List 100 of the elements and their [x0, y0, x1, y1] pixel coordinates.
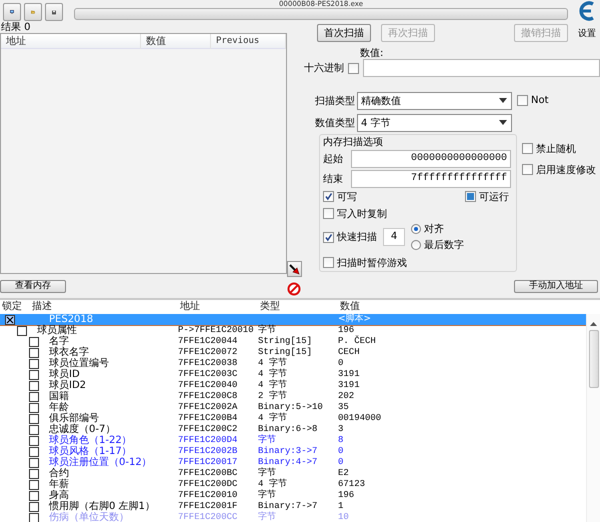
radio-button[interactable] [411, 240, 421, 250]
dropdown-arrow-icon[interactable] [499, 120, 507, 125]
active-checkbox[interactable] [5, 314, 15, 324]
copy-on-write-checkbox[interactable] [323, 208, 334, 220]
save-icon[interactable] [45, 3, 63, 21]
alignment-field[interactable]: 4 [383, 228, 405, 246]
table-row[interactable]: 身高 7FFE1C20010 字节 196 [0, 490, 586, 501]
column-header[interactable]: 地址 [1, 34, 141, 50]
table-row[interactable]: 球员风格（1-17） 7FFE1C2002B Binary:3->7 0 [0, 446, 586, 457]
open-folder-icon[interactable] [24, 3, 42, 21]
description-text: 球衣名字 [49, 347, 89, 358]
type-cell-text: 4 字节 [258, 380, 288, 390]
scrollbar[interactable] [586, 314, 600, 522]
table-row[interactable]: 忠诚度（0-7） 7FFE1C200C2 Binary:6->8 3 [0, 424, 586, 435]
description-text: 球员ID2 [49, 380, 86, 391]
logo-icon[interactable] [577, 0, 595, 22]
table-row[interactable]: 球员属性 P->7FFE1C20010 字节 196 [0, 325, 586, 336]
type-cell-text: Binary:3->7 [258, 446, 318, 457]
type-cell-text: 4 字节 [258, 413, 288, 424]
table-row[interactable]: 球员注册位置（0-12） 7FFE1C20017 Binary:4->7 0 [0, 457, 586, 468]
table-row[interactable]: 球衣名字 7FFE1C20072 String[15] CECH [0, 347, 586, 358]
active-checkbox[interactable] [29, 370, 39, 380]
not-checkbox[interactable] [517, 95, 528, 106]
column-header[interactable]: 描述 [30, 300, 178, 314]
scan-type-dropdown[interactable]: 精确数值 [357, 92, 512, 110]
description-text: 惯用脚（右脚0 左脚1） [49, 501, 155, 512]
address-cell-text: 7FFE1C20044 [178, 336, 238, 347]
value-cell-text: CECH [338, 347, 361, 358]
option-checkbox[interactable] [522, 164, 533, 175]
stop-address-field[interactable]: 7fffffffffffffff [351, 170, 511, 188]
value-cell-text: 67123 [338, 479, 366, 490]
column-header[interactable]: 类型 [258, 300, 338, 314]
column-header[interactable]: 数值 [338, 300, 600, 314]
table-row[interactable]: 球员位置编号 7FFE1C20038 4 字节 0 [0, 358, 586, 369]
active-checkbox[interactable] [29, 402, 39, 412]
active-checkbox[interactable] [29, 502, 39, 512]
computer-icon[interactable] [3, 3, 21, 21]
option-checkbox[interactable] [522, 143, 533, 154]
column-header[interactable]: 地址 [178, 300, 258, 314]
address-cell-text: 7FFE1C2002B [178, 446, 238, 457]
pause-game-label: 扫描时暂停游戏 [337, 256, 407, 270]
active-checkbox[interactable] [29, 424, 39, 434]
value-cell-text: 35 [338, 402, 350, 413]
fast-scan-checkbox[interactable] [323, 232, 334, 243]
active-checkbox[interactable] [29, 392, 39, 402]
no-entry-icon[interactable] [287, 282, 301, 296]
radio-button[interactable] [411, 224, 421, 234]
active-checkbox[interactable] [29, 468, 39, 478]
description-text: 伤病（单位天数） [49, 512, 129, 522]
address-cell-text: P->7FFE1C20010 [178, 325, 255, 336]
table-row[interactable]: 国籍 7FFE1C200C8 2 字节 202 [0, 391, 586, 402]
description-text: 身高 [49, 490, 69, 501]
hex-checkbox[interactable] [348, 62, 359, 74]
settings-label[interactable]: 设置 [578, 27, 600, 40]
value-type-dropdown[interactable]: 4 字节 [357, 114, 512, 132]
active-checkbox[interactable] [29, 512, 39, 522]
active-checkbox[interactable] [29, 490, 39, 500]
address-cell-text: 7FFE1C20038 [178, 358, 238, 369]
table-row[interactable]: 名字 7FFE1C20044 String[15] P. ČECH [0, 336, 586, 347]
pause-game-checkbox[interactable] [323, 257, 334, 268]
dropdown-arrow-icon[interactable] [499, 98, 507, 103]
executable-checkbox[interactable] [465, 191, 476, 202]
scan-button[interactable]: 首次扫描 [317, 24, 371, 42]
active-checkbox[interactable] [29, 480, 39, 490]
table-row[interactable]: 球员ID 7FFE1C2003C 4 字节 3191 [0, 369, 586, 380]
writable-checkbox[interactable] [323, 191, 334, 202]
table-row[interactable]: 年薪 7FFE1C200DC 4 字节 67123 [0, 479, 586, 490]
type-cell-text: String[15] [258, 336, 314, 347]
active-checkbox[interactable] [17, 326, 27, 336]
active-checkbox[interactable] [29, 436, 39, 446]
column-header[interactable]: 数值 [141, 34, 211, 50]
type-cell-text: 4 字节 [258, 369, 288, 380]
table-row[interactable]: 惯用脚（右脚0 左脚1） 7FFE1C2001F Binary:7->7 1 [0, 501, 586, 512]
table-row[interactable]: 俱乐部编号 7FFE1C200B4 4 字节 00194000 [0, 413, 586, 424]
table-row[interactable]: 年龄 7FFE1C2002A Binary:5->10 35 [0, 402, 586, 413]
scroll-up-icon[interactable] [590, 322, 597, 326]
scrollbar-thumb[interactable] [588, 330, 598, 388]
group-title: 内存扫描选项 [323, 137, 384, 149]
description-text: 球员属性 [37, 325, 77, 336]
active-checkbox[interactable] [29, 458, 39, 468]
start-address-field[interactable]: 0000000000000000 [351, 150, 511, 168]
table-row[interactable]: 合约 7FFE1C200BC 字节 E2 [0, 468, 586, 479]
value-input-field[interactable] [363, 59, 600, 77]
active-checkbox[interactable] [29, 336, 39, 346]
fast-scan-label: 快速扫描 [337, 230, 377, 244]
description-text: 球员风格（1-17） [49, 446, 132, 457]
value-cell-text: 3 [338, 424, 344, 435]
active-checkbox[interactable] [29, 358, 39, 368]
active-checkbox[interactable] [29, 348, 39, 358]
memory-view-button[interactable]: 查看内存 [0, 280, 66, 293]
type-cell-text: Binary:4->7 [258, 457, 318, 468]
active-checkbox[interactable] [29, 446, 39, 456]
active-checkbox[interactable] [29, 380, 39, 390]
active-checkbox[interactable] [29, 414, 39, 424]
column-header[interactable]: 锁定 [0, 300, 30, 314]
add-address-button[interactable]: 手动加入地址 [514, 280, 598, 293]
table-row[interactable]: 球员角色（1-22） 7FFE1C200D4 字节 8 [0, 435, 586, 446]
column-header[interactable]: Previous [211, 34, 286, 50]
table-row[interactable]: 球员ID2 7FFE1C20040 4 字节 3191 [0, 380, 586, 391]
type-cell-text: Binary:6->8 [258, 424, 318, 434]
